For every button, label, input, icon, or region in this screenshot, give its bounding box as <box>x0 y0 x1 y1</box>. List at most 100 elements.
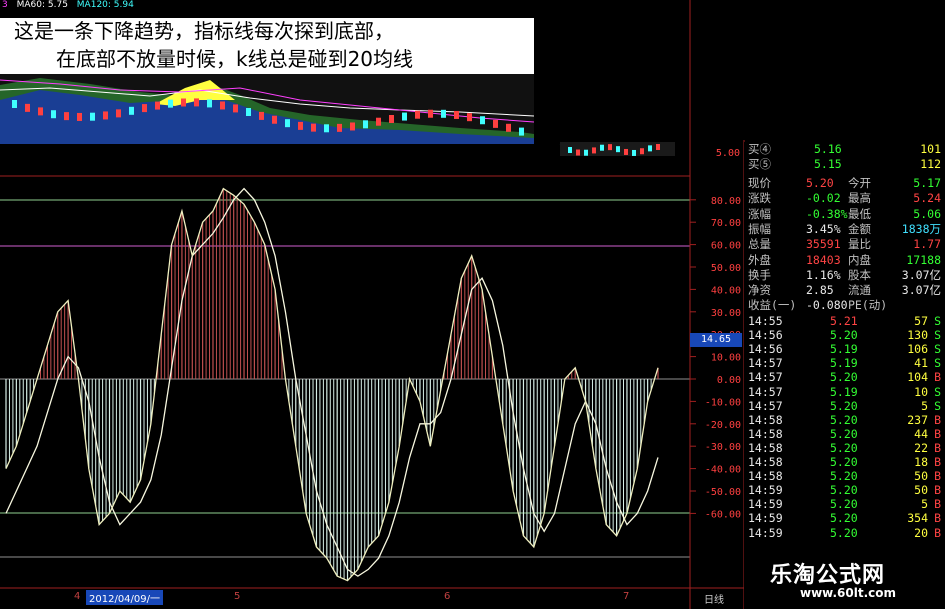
candlestick <box>441 109 446 118</box>
tick-volume: 106 <box>907 342 928 357</box>
indicator-chart[interactable]: 80.0070.0060.0050.0040.0030.0020.0010.00… <box>0 0 745 609</box>
bid-row-4[interactable]: 买④ 5.16 101 <box>744 142 945 156</box>
kline-chart-area[interactable]: 80.0070.0060.0050.0040.0030.0020.0010.00… <box>0 0 745 609</box>
tick-price: 5.20 <box>830 328 858 343</box>
tick-time: 14:57 <box>748 384 783 399</box>
y-tick-label: 40.00 <box>711 285 741 296</box>
bid-volume: 112 <box>920 157 941 171</box>
candlestick <box>389 115 394 124</box>
bid-price: 5.15 <box>814 157 842 171</box>
stat-value: 18403 <box>806 252 841 267</box>
candlestick <box>640 148 644 155</box>
tick-row[interactable]: 14:59 5.20 5 B <box>744 497 945 511</box>
date-tick: 7 <box>623 591 630 602</box>
y-tick-label: -50.00 <box>705 487 741 498</box>
stat-value: 35591 <box>806 237 841 252</box>
stat-label: 外盘 <box>748 252 771 267</box>
bid-label: 买④ <box>748 142 771 156</box>
tick-side: B <box>934 525 941 540</box>
tick-volume: 57 <box>914 314 928 328</box>
annotation-line-1: 这是一条下降趋势，指标线每次探到底部， <box>0 18 534 44</box>
tick-row[interactable]: 14:58 5.20 44 B <box>744 427 945 441</box>
price-axis-label: 5.00 <box>715 148 740 159</box>
tick-row[interactable]: 14:57 5.20 5 S <box>744 399 945 413</box>
tick-time: 14:59 <box>748 511 783 526</box>
stat-label: 收益(一) <box>748 298 797 313</box>
bid-row-5[interactable]: 买⑤ 5.15 112 <box>744 157 945 171</box>
ma-legend-item: MA120: 5.94 <box>76 0 134 10</box>
date-cursor-label: 2012/04/09/一 <box>86 590 164 605</box>
quote-stat-row: 净资 2.85 流通 3.07亿 <box>744 283 945 297</box>
tick-side: B <box>934 511 941 526</box>
tick-side: S <box>934 314 941 328</box>
stat-value: 1.16% <box>806 267 841 282</box>
tick-row[interactable]: 14:56 5.20 130 S <box>744 328 945 342</box>
tick-row[interactable]: 14:56 5.19 106 S <box>744 342 945 356</box>
stat-label: 现价 <box>748 176 771 190</box>
tick-price: 5.20 <box>830 525 858 540</box>
candlestick <box>519 127 524 136</box>
stat-label: 最低 <box>848 206 871 221</box>
current-value-tag: 14.65 <box>690 333 742 347</box>
candlestick <box>480 116 485 125</box>
date-axis: 4 2012/04/09/一 5 6 7 日线 <box>0 588 745 609</box>
candlestick <box>568 147 572 153</box>
tick-side: S <box>934 398 941 413</box>
candlestick <box>608 144 612 151</box>
tick-row[interactable]: 14:58 5.20 50 B <box>744 469 945 483</box>
quote-stat-row: 总量 35591 量比 1.77 <box>744 237 945 251</box>
tick-price: 5.21 <box>830 314 858 328</box>
quote-panel: 买④ 5.16 101 买⑤ 5.15 112 现价 5.20 今开 5.17 涨跌 -0… <box>744 142 945 609</box>
tick-row[interactable]: 14:57 5.20 104 B <box>744 370 945 384</box>
candlestick <box>155 101 160 110</box>
tick-time: 14:58 <box>748 412 783 427</box>
date-tick: 5 <box>234 591 241 602</box>
candlestick <box>272 115 277 124</box>
quote-stat-row: 振幅 3.45% 金额 1838万 <box>744 222 945 236</box>
tick-price: 5.19 <box>830 384 858 399</box>
tick-row[interactable]: 14:58 5.20 18 B <box>744 455 945 469</box>
stat-label: 量比 <box>848 237 871 252</box>
tick-row[interactable]: 14:59 5.20 20 B <box>744 526 945 540</box>
tick-price: 5.20 <box>830 398 858 413</box>
tick-volume: 10 <box>914 384 928 399</box>
stat-label: 内盘 <box>848 252 871 267</box>
candlestick <box>493 119 498 128</box>
candlestick <box>220 101 225 110</box>
watermark-url: www.60lt.com <box>800 586 897 600</box>
tick-side: B <box>934 412 941 427</box>
y-tick-label: -10.00 <box>705 397 741 408</box>
tick-row[interactable]: 14:58 5.20 22 B <box>744 441 945 455</box>
candlestick <box>624 148 628 155</box>
tick-row[interactable]: 14:59 5.20 50 B <box>744 483 945 497</box>
tick-row[interactable]: 14:59 5.20 354 B <box>744 511 945 525</box>
stat-label: PE(动) <box>848 298 888 313</box>
tick-row[interactable]: 14:55 5.21 57 S <box>744 314 945 328</box>
bid-price: 5.16 <box>814 142 842 156</box>
candlestick <box>311 123 316 132</box>
candlestick <box>363 120 368 129</box>
tick-time: 14:58 <box>748 469 783 484</box>
candlestick <box>298 121 303 130</box>
tick-row[interactable]: 14:57 5.19 10 S <box>744 385 945 399</box>
candlestick <box>324 124 329 133</box>
series-line-fast <box>5 187 659 582</box>
candlestick <box>584 149 588 156</box>
candlestick <box>25 103 30 112</box>
tick-row[interactable]: 14:57 5.19 41 S <box>744 356 945 370</box>
candlestick <box>337 123 342 132</box>
stat-value: -0.38% <box>806 206 848 221</box>
candlestick <box>207 99 212 108</box>
period-label[interactable]: 日线 <box>704 591 724 606</box>
tick-time: 14:56 <box>748 328 783 343</box>
tick-row[interactable]: 14:58 5.20 237 B <box>744 413 945 427</box>
y-tick-label: -20.00 <box>705 420 741 431</box>
candlestick <box>194 98 199 107</box>
stat-value: 5.06 <box>913 206 941 221</box>
tick-time: 14:58 <box>748 455 783 469</box>
tick-side: B <box>934 426 941 441</box>
tick-price: 5.20 <box>830 469 858 484</box>
candlestick <box>376 117 381 126</box>
tick-side: S <box>934 356 941 371</box>
stat-value: -0.080 <box>806 298 848 313</box>
